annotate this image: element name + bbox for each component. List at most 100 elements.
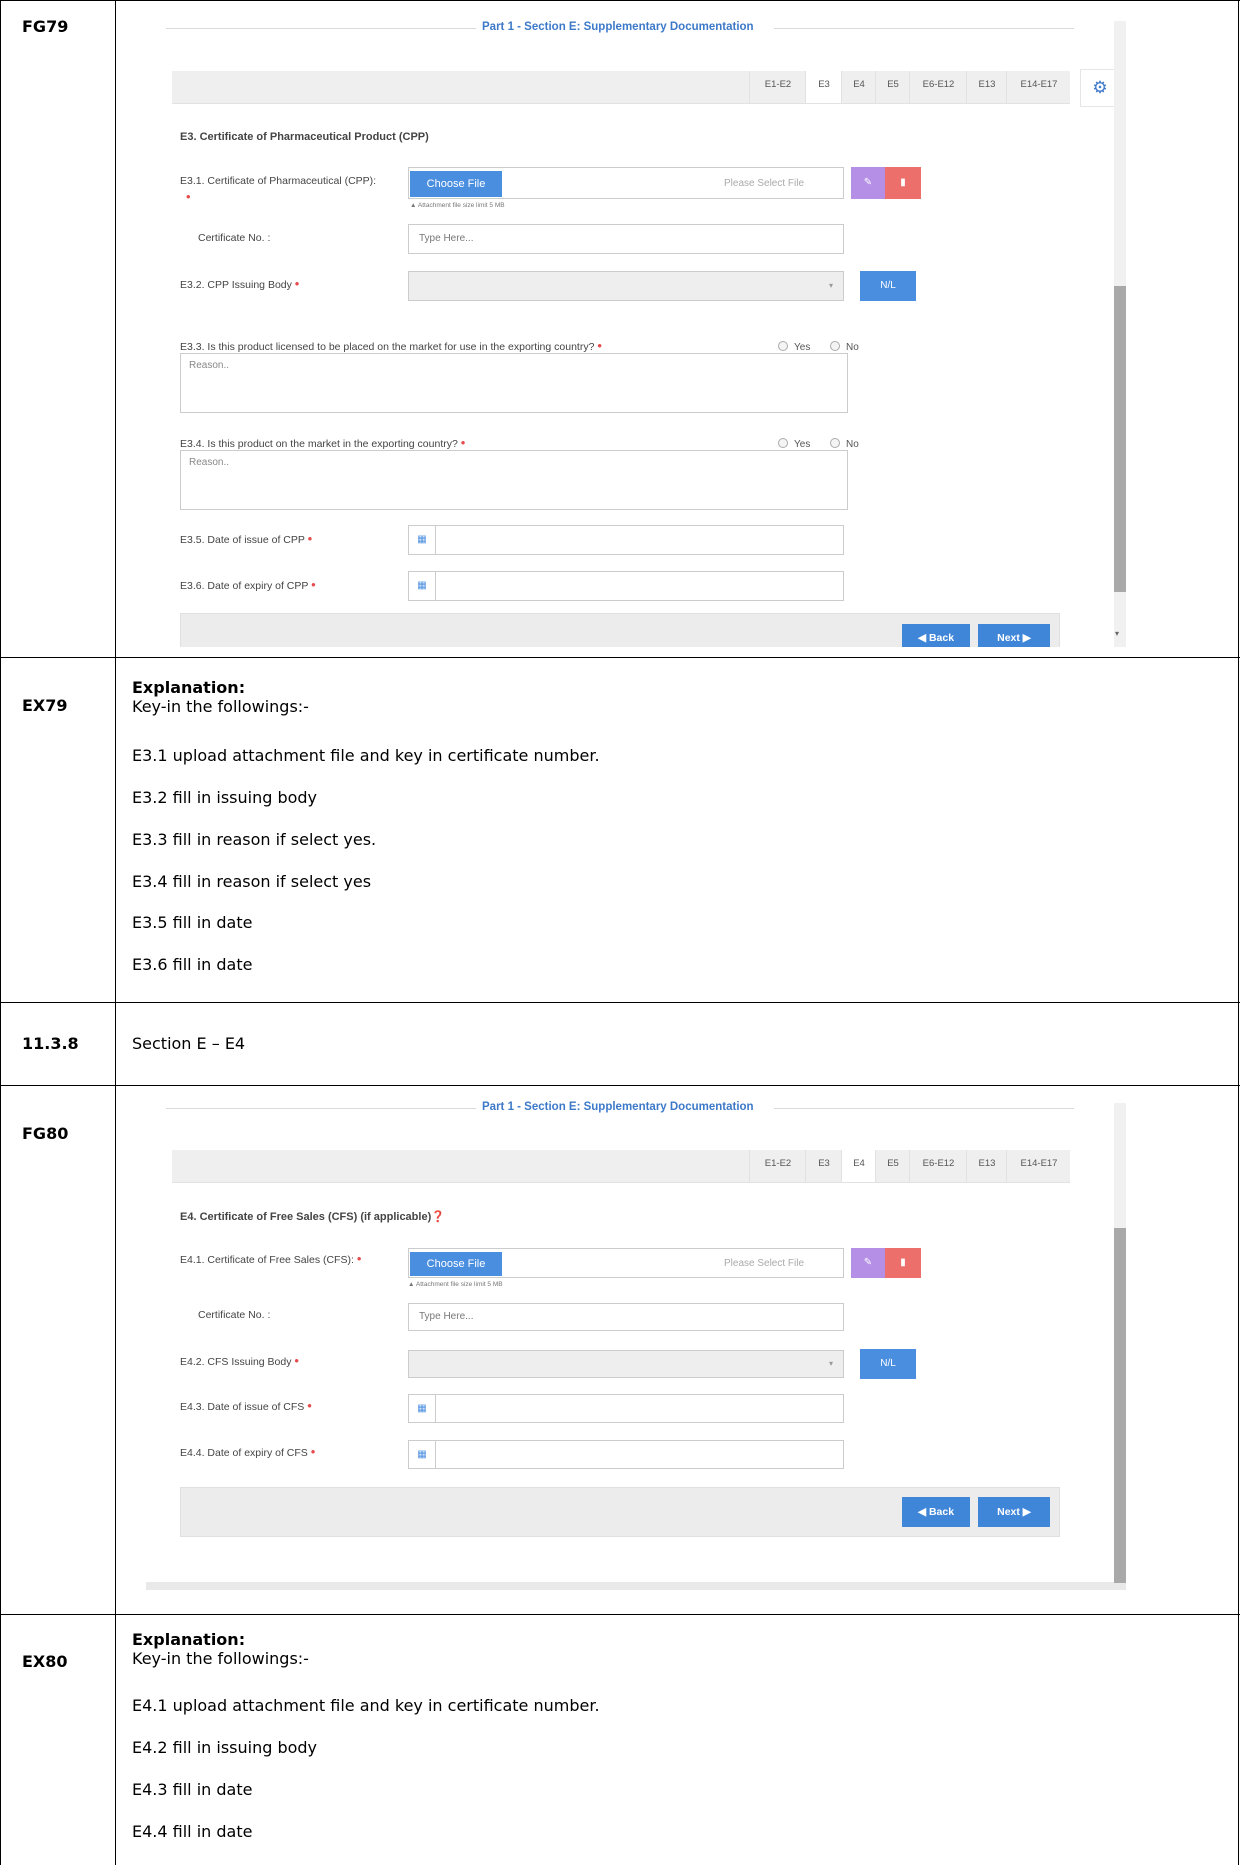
tab-e4[interactable]: E4: [841, 1150, 876, 1182]
row-divider: [0, 1002, 1240, 1003]
label-text: E3.1. Certificate of Pharmaceutical (CPP…: [180, 175, 377, 187]
radio-e3-4-yes[interactable]: Yes: [778, 438, 810, 450]
chevron-down-icon: ▾: [828, 1359, 833, 1368]
tab-e1-e2[interactable]: E1-E2: [749, 1150, 806, 1182]
chevron-down-icon: ▾: [828, 281, 833, 290]
next-button[interactable]: Next ▶: [978, 1497, 1050, 1527]
date-expiry-cfs-input[interactable]: ▦: [408, 1440, 844, 1469]
back-button[interactable]: ◀ Back: [902, 1497, 970, 1527]
cfs-issuing-body-select[interactable]: ▾: [408, 1350, 844, 1378]
required-marker: •: [186, 189, 191, 204]
paperclip-icon[interactable]: ✎: [851, 1248, 885, 1278]
radio-e3-4-no[interactable]: No: [830, 438, 859, 450]
label-text: E3.5. Date of issue of CPP: [180, 534, 305, 546]
radio-dot: [778, 438, 788, 448]
ex79-item: E3.6 fill in date: [132, 955, 253, 974]
tab-e13[interactable]: E13: [966, 1150, 1007, 1182]
reason-e3-4-textarea[interactable]: Reason..: [180, 450, 848, 510]
help-icon[interactable]: ❓: [431, 1211, 445, 1223]
tab-e3[interactable]: E3: [805, 1150, 842, 1182]
attachment-limit-text: Attachment file size limit 5 MB: [417, 202, 505, 209]
input-placeholder: Type Here...: [419, 233, 474, 244]
next-label: Next: [997, 632, 1020, 644]
radio-e3-3-no[interactable]: No: [830, 341, 859, 353]
label-text: E3.2. CPP Issuing Body: [180, 279, 292, 291]
attachment-limit-note: ▲ Attachment file size limit 5 MB: [408, 1281, 503, 1288]
label-text: E3.6. Date of expiry of CPP: [180, 580, 309, 592]
date-expiry-cpp-input[interactable]: ▦: [408, 571, 844, 601]
document-table: FG79 EX79 11.3.8 FG80 EX80 Section E – E…: [0, 0, 1240, 1865]
tab-e6-e12[interactable]: E6-E12: [909, 1150, 967, 1182]
row-divider: [0, 1085, 1240, 1086]
ex80-item: E4.1 upload attachment file and key in c…: [132, 1696, 600, 1715]
required-marker: •: [597, 338, 602, 353]
explanation-intro: Key-in the followings:-: [132, 697, 309, 716]
ex79-item: E3.3 fill in reason if select yes.: [132, 830, 377, 849]
nl-button[interactable]: N/L: [860, 1349, 916, 1379]
tab-e3[interactable]: E3: [805, 71, 842, 103]
tab-e14-e17[interactable]: E14-E17: [1006, 71, 1071, 103]
paperclip-icon[interactable]: ✎: [851, 167, 885, 199]
screenshot-fg80: Part 1 - Section E: Supplementary Docume…: [146, 1095, 1132, 1595]
trash-icon[interactable]: ▮: [885, 1248, 921, 1278]
row-label-fg79: FG79: [22, 17, 69, 36]
label-text: E4.4. Date of expiry of CFS: [180, 1447, 308, 1459]
explanation-heading: Explanation:: [132, 1630, 246, 1649]
scrollbar-thumb[interactable]: [1114, 286, 1126, 592]
tab-e4[interactable]: E4: [841, 71, 876, 103]
file-placeholder: Please Select File: [724, 1258, 805, 1269]
tab-e5[interactable]: E5: [875, 1150, 910, 1182]
required-marker: •: [307, 1398, 312, 1413]
section-heading-text: E4. Certificate of Free Sales (CFS) (if …: [180, 1211, 432, 1223]
section-heading-e4: E4. Certificate of Free Sales (CFS) (if …: [180, 1210, 445, 1223]
certificate-no-input[interactable]: Type Here...: [408, 1303, 844, 1331]
horizontal-scrollbar[interactable]: [146, 1582, 1126, 1590]
tab-e1-e2[interactable]: E1-E2: [749, 71, 806, 103]
calendar-icon: ▦: [409, 1441, 436, 1468]
choose-file-button[interactable]: Choose File: [410, 1252, 502, 1276]
back-button[interactable]: ◀ Back: [902, 624, 970, 647]
trash-icon[interactable]: ▮: [885, 167, 921, 199]
title-rule: [774, 1108, 1074, 1109]
label-text: E4.2. CFS Issuing Body: [180, 1356, 292, 1368]
scroll-down-icon[interactable]: ▾: [1115, 629, 1119, 638]
title-rule: [166, 1108, 476, 1109]
tab-e6-e12[interactable]: E6-E12: [909, 71, 967, 103]
explanation-ex79: Explanation: Key-in the followings:-: [132, 678, 309, 716]
choose-file-button[interactable]: Choose File: [410, 171, 502, 197]
calendar-icon: ▦: [409, 1395, 436, 1422]
label-e4-4: E4.4. Date of expiry of CFS •: [180, 1445, 315, 1459]
label-e4-1: E4.1. Certificate of Free Sales (CFS): •: [180, 1252, 361, 1266]
ex79-item: E3.2 fill in issuing body: [132, 788, 318, 807]
required-marker: •: [294, 276, 300, 291]
ex80-item: E4.4 fill in date: [132, 1822, 253, 1841]
screenshot-fg79: Part 1 - Section E: Supplementary Docume…: [146, 1, 1132, 647]
date-issue-cfs-input[interactable]: ▦: [408, 1394, 844, 1423]
date-issue-cpp-input[interactable]: ▦: [408, 525, 844, 555]
next-button[interactable]: Next ▶: [978, 624, 1050, 647]
tab-e14-e17[interactable]: E14-E17: [1006, 1150, 1071, 1182]
input-placeholder: Type Here...: [419, 1311, 474, 1322]
nl-button[interactable]: N/L: [860, 271, 916, 301]
label-text: E3.3. Is this product licensed to be pla…: [180, 341, 595, 353]
attachment-limit-note: ▲ Attachment file size limit 5 MB: [410, 202, 505, 209]
required-marker: •: [311, 577, 316, 592]
cpp-issuing-body-select[interactable]: ▾: [408, 271, 844, 301]
required-marker: •: [460, 435, 466, 450]
tab-e13[interactable]: E13: [966, 71, 1007, 103]
tab-e5[interactable]: E5: [875, 71, 910, 103]
label-e4-2: E4.2. CFS Issuing Body •: [180, 1354, 299, 1368]
certificate-no-input[interactable]: Type Here...: [408, 224, 844, 254]
explanation-ex80: Explanation: Key-in the followings:-: [132, 1630, 309, 1668]
label-e4-3: E4.3. Date of issue of CFS •: [180, 1398, 312, 1413]
label-text: E4.1. Certificate of Free Sales (CFS):: [180, 1254, 354, 1266]
section-e4-title: Section E – E4: [132, 1034, 246, 1053]
scrollbar-thumb[interactable]: [1114, 1228, 1126, 1583]
radio-e3-3-yes[interactable]: Yes: [778, 341, 810, 353]
tab-bar: E1-E2 E3 E4 E5 E6-E12 E13 E14-E17: [172, 1150, 1070, 1183]
label-e3-5: E3.5. Date of issue of CPP •: [180, 532, 312, 546]
ex80-item: E4.2 fill in issuing body: [132, 1738, 318, 1757]
reason-e3-3-textarea[interactable]: Reason..: [180, 353, 848, 413]
label-certificate-no: Certificate No. :: [198, 1309, 271, 1321]
ex79-item: E3.1 upload attachment file and key in c…: [132, 746, 600, 765]
